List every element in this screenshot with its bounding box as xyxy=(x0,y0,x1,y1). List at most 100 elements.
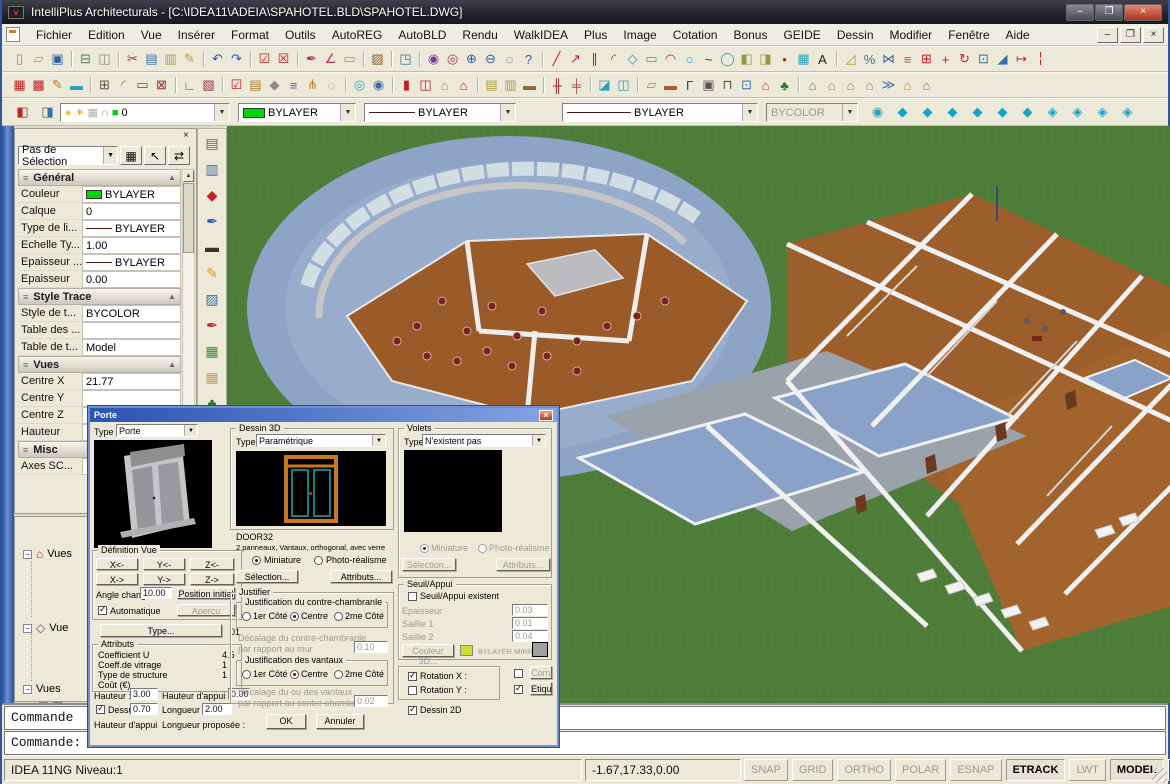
collapse-icon[interactable]: − xyxy=(23,550,32,559)
hatch-icon[interactable]: ▦ xyxy=(794,49,813,69)
desk-icon[interactable]: ⊓ xyxy=(718,75,737,95)
porte-type-dropdown[interactable]: Porte▼ xyxy=(116,424,198,437)
prop-value[interactable] xyxy=(82,390,181,407)
save-icon[interactable]: ▣ xyxy=(48,49,67,69)
close-button[interactable]: × xyxy=(1124,4,1162,21)
redo-icon[interactable]: ↷ xyxy=(227,49,246,69)
array-icon[interactable]: ⊞ xyxy=(917,49,936,69)
stairs-icon[interactable]: ▤ xyxy=(482,75,501,95)
surfaces-icon[interactable]: ▤ xyxy=(246,75,265,95)
chambranle-centre-radio[interactable] xyxy=(290,612,299,621)
toolbar-icon[interactable] xyxy=(538,49,547,69)
toolbar-icon[interactable] xyxy=(218,75,227,95)
sofa-icon[interactable]: ▬ xyxy=(661,75,680,95)
toggle-lwt[interactable]: LWT xyxy=(1069,759,1105,781)
prop-value[interactable]: 0.00 xyxy=(82,271,181,288)
etiquette-button[interactable]: Etiquette... xyxy=(530,682,552,695)
house-red-icon[interactable]: ⌂ xyxy=(917,75,936,95)
corner-tool-icon[interactable]: ∟ xyxy=(180,75,199,95)
text-icon[interactable]: A xyxy=(813,49,832,69)
menu-modifier[interactable]: Modifier xyxy=(882,26,941,44)
render-mode-icon[interactable]: ◉ xyxy=(868,102,887,122)
door-insert-icon[interactable]: ▮ xyxy=(397,75,416,95)
ok-button[interactable]: OK xyxy=(266,714,306,729)
scroll-thumb[interactable] xyxy=(183,183,194,253)
door-2d-preview[interactable] xyxy=(236,451,386,526)
chevron-down-icon[interactable]: ▼ xyxy=(214,104,229,121)
copy-icon[interactable]: ▤ xyxy=(142,49,161,69)
wall-arc-icon[interactable]: ◜ xyxy=(114,75,133,95)
block-insert-icon[interactable]: ◨ xyxy=(756,49,775,69)
door-leaf-icon[interactable]: ▱ xyxy=(642,75,661,95)
dessin-2d-checkbox[interactable] xyxy=(408,706,417,715)
zoom-window-icon[interactable]: ◎ xyxy=(443,49,462,69)
vantaux-cote2-radio[interactable] xyxy=(334,670,343,679)
view-bottom-icon[interactable]: ◆ xyxy=(1018,102,1037,122)
markup-check-icon[interactable]: ☑ xyxy=(255,49,274,69)
render-brush-icon[interactable]: ▨ xyxy=(201,289,223,309)
arrows-merge-icon[interactable]: ≫ xyxy=(879,75,898,95)
toolbar-icon[interactable] xyxy=(586,75,595,95)
hauteur-field[interactable]: 3.00 xyxy=(130,688,158,700)
view-iso-ne-icon[interactable]: ◈ xyxy=(1043,102,1062,122)
view-back-icon[interactable]: ◆ xyxy=(993,102,1012,122)
slab-edit-icon[interactable]: ◫ xyxy=(614,75,633,95)
polyline-icon[interactable]: ↗ xyxy=(566,49,585,69)
railing-icon[interactable]: ╫ xyxy=(548,75,567,95)
view-x-minus-button[interactable]: X<- xyxy=(96,558,138,570)
open-icon[interactable]: ▱ xyxy=(29,49,48,69)
animation-icon[interactable]: ▬ xyxy=(201,237,223,257)
report-sheet-icon[interactable]: ▤ xyxy=(201,133,223,153)
automatique-checkbox[interactable] xyxy=(98,606,107,615)
toggle-snap[interactable]: SNAP xyxy=(744,759,788,781)
rotate-icon[interactable]: ↻ xyxy=(955,49,974,69)
couleur-2d-swatch[interactable] xyxy=(532,642,548,657)
zoom-extents-icon[interactable]: ◌ xyxy=(500,49,519,69)
dialog-close-icon[interactable]: × xyxy=(539,410,553,421)
corniche-checkbox[interactable] xyxy=(514,669,523,678)
spline-icon[interactable]: ~ xyxy=(699,49,718,69)
attributs-button[interactable]: Attributs... xyxy=(330,570,392,583)
toolbar-icon[interactable] xyxy=(86,75,95,95)
landscape-photo-icon[interactable]: ▦ xyxy=(201,341,223,361)
prop-value[interactable]: BYLAYER xyxy=(82,254,181,271)
roof-tool-icon[interactable]: ⌂ xyxy=(435,75,454,95)
house-gray-icon[interactable]: ⌂ xyxy=(860,75,879,95)
arc-icon[interactable]: ◠ xyxy=(661,49,680,69)
print-preview-icon[interactable]: ◫ xyxy=(95,49,114,69)
view-iso-se-icon[interactable]: ◈ xyxy=(1093,102,1112,122)
chevron-down-icon[interactable]: ▼ xyxy=(340,104,355,121)
stairs-edit-icon[interactable]: ▥ xyxy=(501,75,520,95)
sketch-icon[interactable]: ✎ xyxy=(201,263,223,283)
grid-edit-icon[interactable]: ✎ xyxy=(48,75,67,95)
select-objects-icon[interactable]: ↖ xyxy=(144,146,166,165)
toolbar-icon[interactable] xyxy=(539,75,548,95)
format-painter-icon[interactable]: ✎ xyxy=(180,49,199,69)
dessin3d-type-dropdown[interactable]: Paramétrique▼ xyxy=(256,434,386,447)
toolbar-icon[interactable] xyxy=(832,49,841,69)
mdi-restore-button[interactable]: ❐ xyxy=(1120,27,1141,43)
toolbar-icon[interactable] xyxy=(67,49,76,69)
chevron-down-icon[interactable]: ▼ xyxy=(500,104,515,121)
cut-icon[interactable]: ✂ xyxy=(123,49,142,69)
survey-check-icon[interactable]: ☑ xyxy=(227,75,246,95)
layer-dropdown[interactable]: ● ☀ ▦ ∩ ■ 0 ▼ xyxy=(60,103,230,122)
photo-realisme-radio[interactable] xyxy=(314,556,323,565)
vantaux-cote1-radio[interactable] xyxy=(242,670,251,679)
toolbar-icon[interactable] xyxy=(171,75,180,95)
layer-previous-icon[interactable]: ◨ xyxy=(35,102,60,122)
menu-image[interactable]: Image xyxy=(615,26,664,44)
etiquette-checkbox[interactable] xyxy=(514,685,523,694)
collapse-icon[interactable]: ▲ xyxy=(168,292,176,301)
chambranle-cote2-radio[interactable] xyxy=(334,612,343,621)
collapse-icon[interactable]: − xyxy=(23,624,32,633)
menu-walkidea[interactable]: WalkIDEA xyxy=(506,26,576,44)
computer-icon[interactable]: ⊡ xyxy=(737,75,756,95)
chambranle-cote1-radio[interactable] xyxy=(242,612,251,621)
prop-value[interactable]: Model xyxy=(82,339,181,356)
menu-bonus[interactable]: Bonus xyxy=(725,26,775,44)
dialog-title-bar[interactable]: Porte × xyxy=(90,408,557,422)
scroll-up-icon[interactable]: ▲ xyxy=(183,170,194,182)
menu-format[interactable]: Format xyxy=(223,26,277,44)
menu-inserer[interactable]: Insérer xyxy=(170,26,223,44)
